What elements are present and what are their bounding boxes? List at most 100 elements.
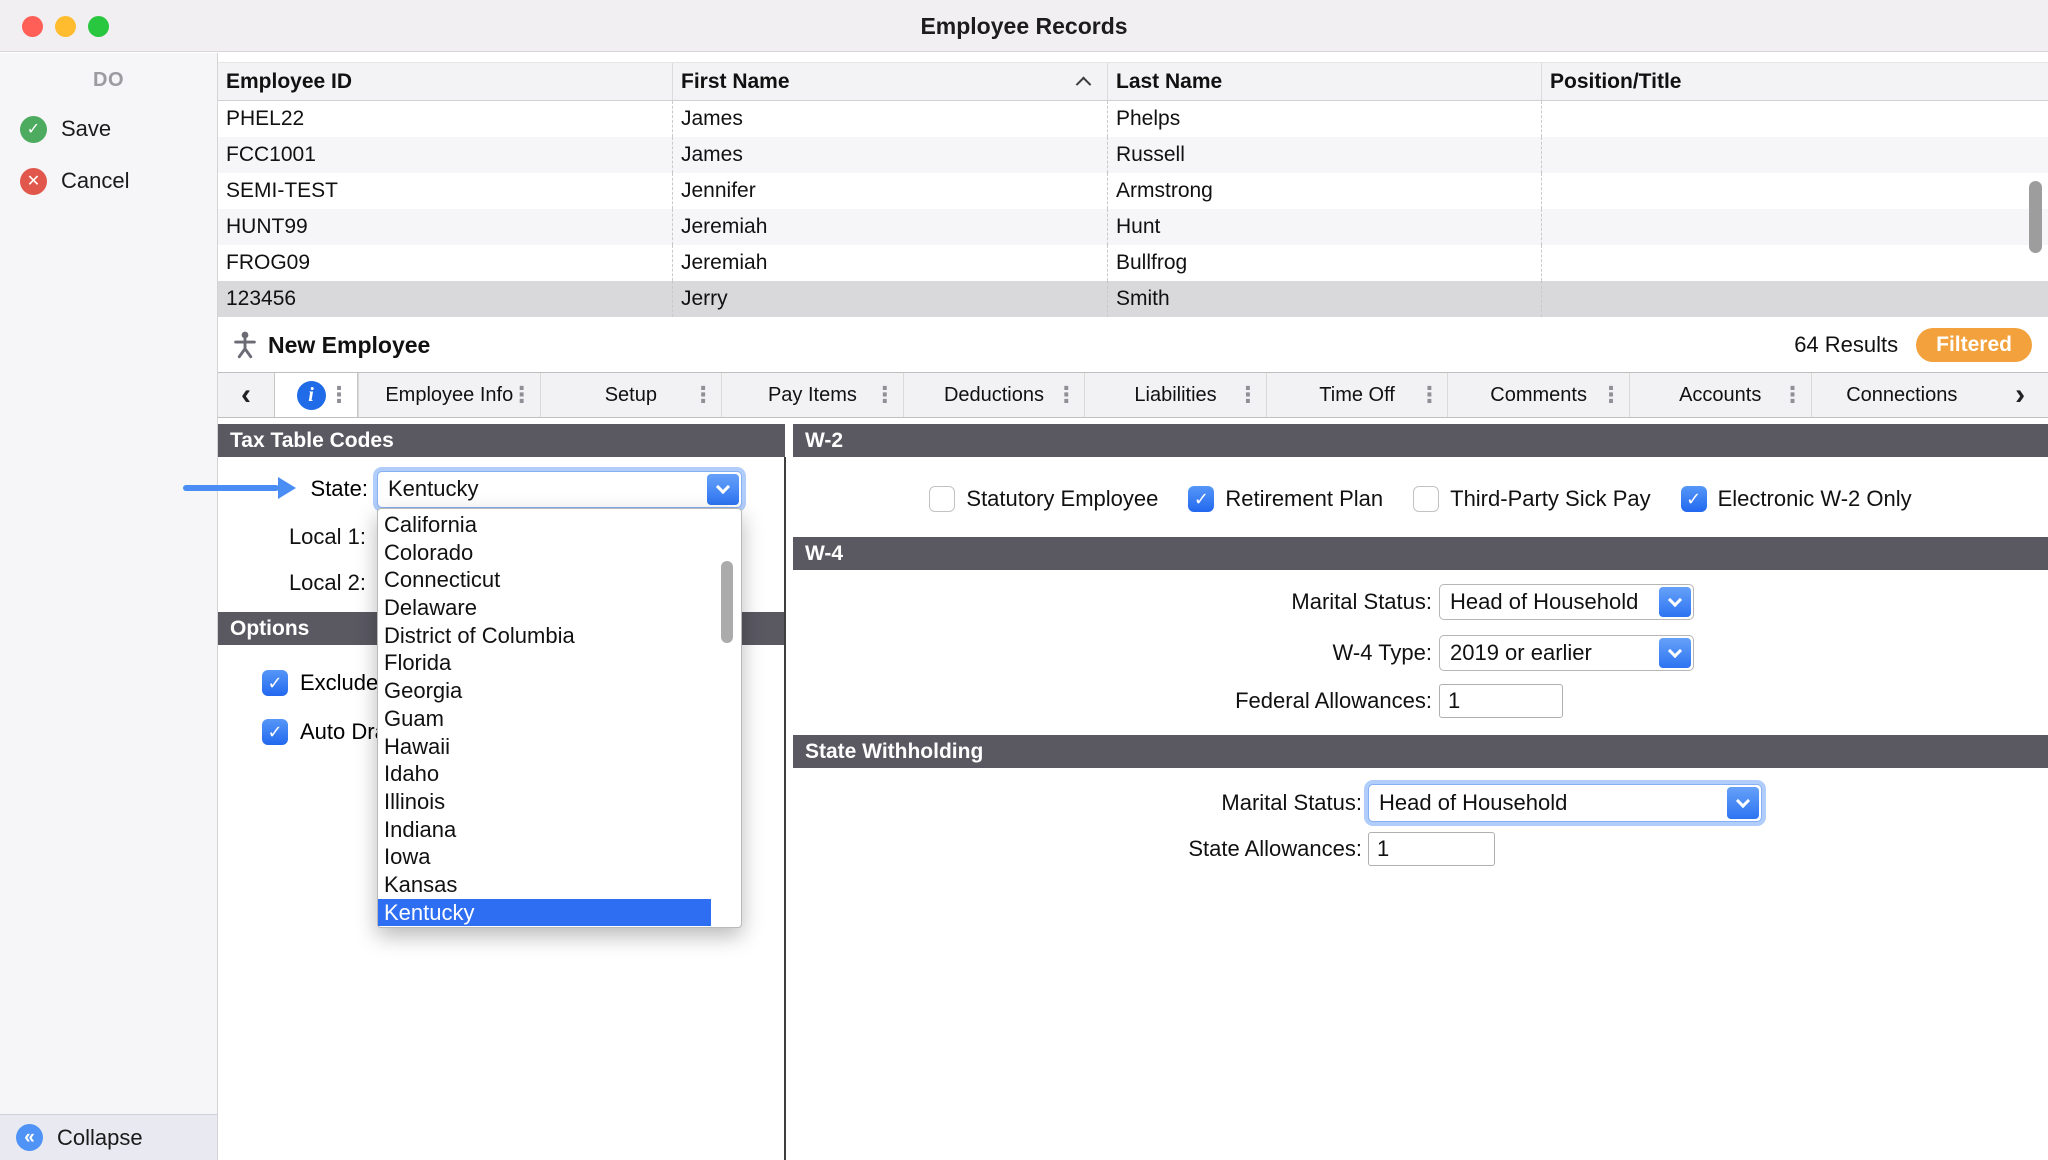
menu-item[interactable]: California [378, 511, 711, 539]
menu-item[interactable]: Georgia [378, 677, 711, 705]
state-dropdown[interactable]: Kentucky [377, 471, 742, 508]
electronic-w2-only-checkbox[interactable] [1681, 486, 1707, 512]
tab-handle-icon[interactable]: ⋮ [328, 382, 350, 408]
statutory-employee-checkbox[interactable] [929, 486, 955, 512]
menu-item[interactable]: Idaho [378, 760, 711, 788]
menu-item[interactable]: Kansas [378, 871, 711, 899]
tab-setup[interactable]: Setup ⋮ [540, 373, 722, 417]
tab-accounts[interactable]: Accounts ⋮ [1629, 373, 1811, 417]
w4-type-row: W-4 Type: 2019 or earlier [793, 635, 1694, 671]
tab-pay-items[interactable]: Pay Items ⋮ [721, 373, 903, 417]
statutory-employee-label: Statutory Employee [966, 486, 1158, 512]
cell-first-name: Jeremiah [673, 209, 1108, 245]
tab-handle-icon[interactable]: ⋮ [692, 382, 714, 408]
state-marital-status-dropdown[interactable]: Head of Household [1368, 784, 1762, 822]
cell-employee-id: HUNT99 [218, 209, 673, 245]
tab-handle-icon[interactable]: ⋮ [1782, 382, 1804, 408]
tab-liabilities[interactable]: Liabilities ⋮ [1084, 373, 1266, 417]
cell-last-name: Phelps [1108, 101, 1542, 137]
auto-draft-label: Auto Dra [300, 719, 387, 745]
tab-time-off[interactable]: Time Off ⋮ [1266, 373, 1448, 417]
cell-position-title [1542, 173, 2048, 209]
tab-handle-icon[interactable]: ⋮ [1418, 382, 1440, 408]
state-allowances-input[interactable] [1368, 832, 1495, 866]
local1-label: Local 1: [218, 522, 366, 552]
tab-label: Setup [605, 384, 657, 407]
column-header-last-name[interactable]: Last Name [1108, 63, 1542, 100]
section-header-state-withholding: State Withholding [793, 735, 2048, 768]
table-row[interactable]: FROG09 Jeremiah Bullfrog [218, 245, 2048, 281]
detail-content: Tax Table Codes W-2 Options W-4 State Wi… [218, 418, 2048, 1160]
w4-type-label: W-4 Type: [793, 640, 1432, 666]
record-header-bar: New Employee 64 Results Filtered [218, 318, 2048, 372]
column-header-position-title[interactable]: Position/Title [1542, 63, 2048, 100]
tab-connections[interactable]: Connections [1811, 373, 1993, 417]
exclude-checkbox[interactable] [262, 670, 288, 696]
employee-table: Employee ID First Name Last Name Positio… [218, 62, 2048, 316]
tab-label: Employee Info [385, 384, 513, 407]
cell-last-name: Hunt [1108, 209, 1542, 245]
column-header-employee-id[interactable]: Employee ID [218, 63, 673, 100]
menu-item[interactable]: Guam [378, 705, 711, 733]
menu-item[interactable]: Iowa [378, 843, 711, 871]
tab-label: Accounts [1679, 384, 1761, 407]
state-marital-status-label: Marital Status: [793, 790, 1362, 816]
tab-handle-icon[interactable]: ⋮ [1055, 382, 1077, 408]
table-row[interactable]: PHEL22 James Phelps [218, 101, 2048, 137]
w4-type-dropdown[interactable]: 2019 or earlier [1439, 635, 1694, 671]
column-header-label: Last Name [1116, 70, 1222, 94]
menu-item[interactable]: Hawaii [378, 733, 711, 761]
marital-status-dropdown[interactable]: Head of Household [1439, 584, 1694, 620]
chevron-down-icon [1659, 638, 1691, 668]
federal-allowances-input[interactable] [1439, 684, 1563, 718]
tab-handle-icon[interactable]: ⋮ [1600, 382, 1622, 408]
filtered-badge[interactable]: Filtered [1916, 328, 2032, 362]
third-party-sick-pay-checkbox[interactable] [1413, 486, 1439, 512]
tab-comments[interactable]: Comments ⋮ [1447, 373, 1629, 417]
tabs-scroll-left-button[interactable]: ‹ [218, 373, 274, 417]
table-row-selected[interactable]: 123456 Jerry Smith [218, 281, 2048, 317]
chevron-down-icon [707, 474, 739, 505]
results-count: 64 Results [1794, 332, 1898, 358]
menu-item[interactable]: Florida [378, 649, 711, 677]
electronic-w2-only-label: Electronic W-2 Only [1718, 486, 1912, 512]
menu-item[interactable]: Illinois [378, 788, 711, 816]
sidebar: DO ✓ Save ✕ Cancel « Collapse [0, 53, 218, 1160]
cancel-button[interactable]: ✕ Cancel [0, 161, 217, 201]
tabs-scroll-right-button[interactable]: › [1992, 373, 2048, 417]
table-row[interactable]: HUNT99 Jeremiah Hunt [218, 209, 2048, 245]
menu-scrollbar-thumb[interactable] [721, 561, 733, 643]
menu-item-selected[interactable]: Kentucky [378, 899, 711, 927]
auto-draft-checkbox[interactable] [262, 719, 288, 745]
tab-info[interactable]: i ⋮ [274, 373, 358, 417]
option-exclude-row: Exclude [262, 670, 378, 696]
cell-employee-id: FCC1001 [218, 137, 673, 173]
state-dropdown-menu: California Colorado Connecticut Delaware… [377, 508, 742, 928]
menu-item[interactable]: District of Columbia [378, 622, 711, 650]
menu-item[interactable]: Indiana [378, 816, 711, 844]
menu-item[interactable]: Colorado [378, 539, 711, 567]
table-scrollbar-thumb[interactable] [2029, 181, 2042, 253]
cell-employee-id: 123456 [218, 281, 673, 317]
column-header-label: Position/Title [1550, 70, 1681, 94]
tab-handle-icon[interactable]: ⋮ [511, 382, 533, 408]
table-row[interactable]: SEMI-TEST Jennifer Armstrong [218, 173, 2048, 209]
menu-item[interactable]: Connecticut [378, 566, 711, 594]
column-header-first-name[interactable]: First Name [673, 63, 1108, 100]
table-row[interactable]: FCC1001 James Russell [218, 137, 2048, 173]
w4-type-value: 2019 or earlier [1450, 640, 1592, 666]
menu-item[interactable]: Delaware [378, 594, 711, 622]
tab-employee-info[interactable]: Employee Info ⋮ [358, 373, 540, 417]
retirement-plan-checkbox[interactable] [1188, 486, 1214, 512]
retirement-plan-label: Retirement Plan [1225, 486, 1383, 512]
cell-position-title [1542, 101, 2048, 137]
tab-handle-icon[interactable]: ⋮ [1237, 382, 1259, 408]
tab-label: Time Off [1319, 384, 1395, 407]
save-button[interactable]: ✓ Save [0, 109, 217, 149]
section-header-tax-table-codes: Tax Table Codes [218, 424, 785, 457]
tab-handle-icon[interactable]: ⋮ [874, 382, 896, 408]
local2-label: Local 2: [218, 568, 366, 598]
table-header-row: Employee ID First Name Last Name Positio… [218, 63, 2048, 101]
collapse-button[interactable]: « Collapse [0, 1114, 217, 1160]
tab-deductions[interactable]: Deductions ⋮ [903, 373, 1085, 417]
